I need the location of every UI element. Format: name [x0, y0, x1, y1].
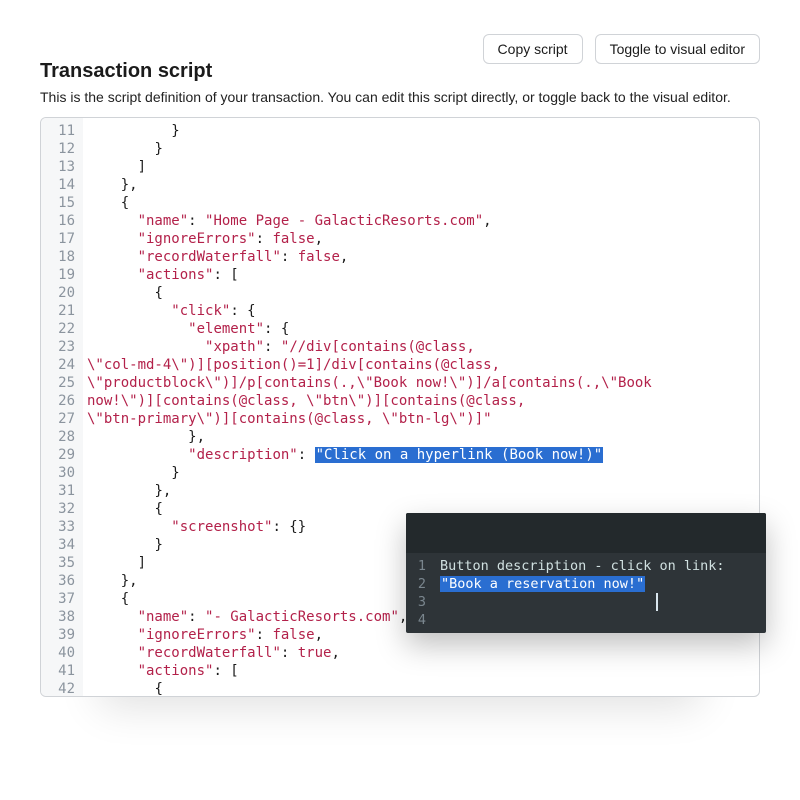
overlay-line: "Book a reservation now!" — [440, 575, 766, 593]
code-line[interactable]: }, — [87, 428, 755, 446]
line-number: 40 — [49, 644, 75, 662]
code-line[interactable]: "xpath": "//div[contains(@class, — [87, 338, 755, 356]
code-line[interactable]: } — [87, 122, 755, 140]
line-number: 37 — [49, 590, 75, 608]
overlay-line-number: 1 — [406, 557, 426, 575]
line-number: 20 — [49, 284, 75, 302]
line-number: 41 — [49, 662, 75, 680]
code-line[interactable]: ] — [87, 158, 755, 176]
line-number: 29 — [49, 446, 75, 464]
overlay-line: Button description - click on link: — [440, 557, 766, 575]
line-number: 27 — [49, 410, 75, 428]
line-number: 33 — [49, 518, 75, 536]
line-number: 17 — [49, 230, 75, 248]
line-number: 18 — [49, 248, 75, 266]
overlay-line — [440, 611, 766, 629]
code-line[interactable]: "name": "Home Page - GalacticResorts.com… — [87, 212, 755, 230]
line-number: 31 — [49, 482, 75, 500]
line-number: 15 — [49, 194, 75, 212]
overlay-line-number: 2 — [406, 575, 426, 593]
line-number: 25 — [49, 374, 75, 392]
code-line[interactable]: }, — [87, 176, 755, 194]
line-number: 28 — [49, 428, 75, 446]
line-number: 11 — [49, 122, 75, 140]
code-line[interactable]: { — [87, 680, 755, 696]
code-line[interactable]: now!\")][contains(@class, \"btn\")][cont… — [87, 392, 755, 410]
code-line[interactable]: "actions": [ — [87, 662, 755, 680]
line-number: 16 — [49, 212, 75, 230]
line-number: 30 — [49, 464, 75, 482]
toggle-visual-editor-button[interactable]: Toggle to visual editor — [595, 34, 760, 64]
overlay-line-number: 3 — [406, 593, 426, 611]
code-line[interactable]: } — [87, 464, 755, 482]
line-number: 38 — [49, 608, 75, 626]
code-line[interactable]: \"productblock\")]/p[contains(.,\"Book n… — [87, 374, 755, 392]
code-line[interactable]: { — [87, 194, 755, 212]
code-line[interactable]: "recordWaterfall": true, — [87, 644, 755, 662]
line-number: 32 — [49, 500, 75, 518]
line-number: 26 — [49, 392, 75, 410]
line-number: 22 — [49, 320, 75, 338]
line-number: 36 — [49, 572, 75, 590]
secondary-editor-overlay[interactable]: 1 2 3 4 Button description - click on li… — [406, 513, 766, 633]
overlay-line — [440, 593, 766, 611]
editor-gutter: 1112131415161718192021222324252627282930… — [41, 118, 83, 696]
overlay-code-area[interactable]: Button description - click on link: "Boo… — [434, 557, 766, 629]
code-line[interactable]: "ignoreErrors": false, — [87, 230, 755, 248]
code-line[interactable]: "actions": [ — [87, 266, 755, 284]
code-line[interactable]: \"btn-primary\")][contains(@class, \"btn… — [87, 410, 755, 428]
code-line[interactable]: } — [87, 140, 755, 158]
copy-script-button[interactable]: Copy script — [483, 34, 583, 64]
line-number: 23 — [49, 338, 75, 356]
overlay-gutter: 1 2 3 4 — [406, 557, 434, 629]
line-number: 12 — [49, 140, 75, 158]
overlay-header — [406, 513, 766, 553]
line-number: 21 — [49, 302, 75, 320]
line-number: 39 — [49, 626, 75, 644]
overlay-line-number: 4 — [406, 611, 426, 629]
text-caret — [656, 593, 658, 611]
line-number: 14 — [49, 176, 75, 194]
line-number: 24 — [49, 356, 75, 374]
code-line[interactable]: "click": { — [87, 302, 755, 320]
line-number: 42 — [49, 680, 75, 697]
page-subtitle: This is the script definition of your tr… — [40, 89, 760, 105]
line-number: 13 — [49, 158, 75, 176]
code-line[interactable]: "recordWaterfall": false, — [87, 248, 755, 266]
code-line[interactable]: \"col-md-4\")][position()=1]/div[contain… — [87, 356, 755, 374]
line-number: 35 — [49, 554, 75, 572]
code-line[interactable]: }, — [87, 482, 755, 500]
code-line[interactable]: "description": "Click on a hyperlink (Bo… — [87, 446, 755, 464]
code-line[interactable]: "element": { — [87, 320, 755, 338]
code-line[interactable]: { — [87, 284, 755, 302]
line-number: 34 — [49, 536, 75, 554]
line-number: 19 — [49, 266, 75, 284]
